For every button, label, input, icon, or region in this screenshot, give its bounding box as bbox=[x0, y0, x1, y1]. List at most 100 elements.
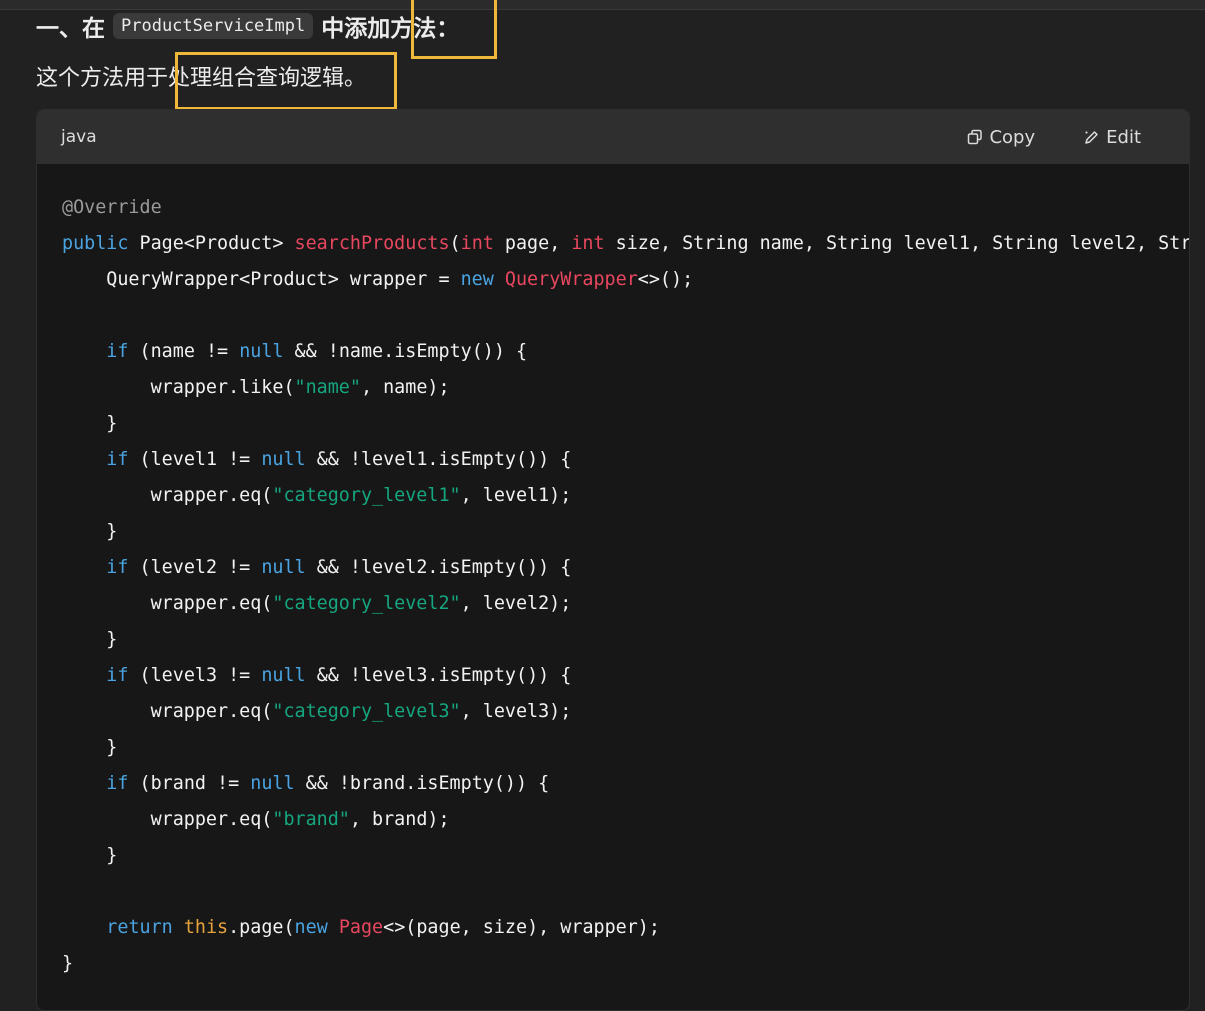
code-token: QueryWrapper bbox=[504, 269, 638, 290]
code-token: (level1 != bbox=[128, 449, 262, 470]
code-line: wrapper.eq("category_level3", level3); bbox=[62, 694, 1189, 730]
code-line: } bbox=[62, 730, 1189, 766]
code-token: null bbox=[250, 773, 295, 794]
code-token: && !level3.isEmpty()) { bbox=[305, 665, 572, 686]
code-token: new bbox=[460, 269, 494, 290]
code-token: && !level2.isEmpty()) { bbox=[305, 557, 572, 578]
code-token: } bbox=[62, 845, 118, 866]
code-token: null bbox=[239, 341, 284, 362]
code-token: , level1); bbox=[460, 485, 572, 506]
code-line: ​ bbox=[62, 874, 1189, 910]
code-token: (brand != bbox=[128, 773, 251, 794]
code-token: "category_level3" bbox=[272, 701, 461, 722]
inline-code-classname: ProductServiceImpl bbox=[113, 13, 314, 39]
heading-suffix-b: 方法： bbox=[390, 16, 460, 42]
code-line: ​ bbox=[62, 298, 1189, 334]
code-token: this bbox=[183, 917, 229, 938]
code-line: if (level3 != null && !level3.isEmpty())… bbox=[62, 658, 1189, 694]
code-token: QueryWrapper<Product> wrapper = bbox=[62, 269, 461, 290]
code-token: int bbox=[460, 233, 494, 254]
code-token: null bbox=[261, 665, 306, 686]
code-token: size, String name, String level1, String… bbox=[615, 233, 1190, 254]
code-content: @Override public Page<Product> searchProd… bbox=[37, 164, 1189, 982]
code-token: "category_level2" bbox=[272, 593, 461, 614]
code-token: new bbox=[294, 917, 328, 938]
code-line: wrapper.eq("brand", brand); bbox=[62, 802, 1189, 838]
code-token: } bbox=[62, 629, 118, 650]
code-token: } bbox=[62, 413, 118, 434]
code-token: <>(page, size), wrapper); bbox=[383, 917, 660, 938]
code-token: searchProducts bbox=[294, 233, 450, 254]
code-token: } bbox=[62, 953, 74, 974]
code-token: , brand); bbox=[349, 809, 450, 830]
code-line: } bbox=[62, 946, 1189, 982]
code-token: Page<Product> bbox=[128, 233, 295, 254]
code-line: wrapper.eq("category_level2", level2); bbox=[62, 586, 1189, 622]
code-line: if (level2 != null && !level2.isEmpty())… bbox=[62, 550, 1189, 586]
pencil-icon bbox=[1083, 129, 1100, 146]
edit-button[interactable]: Edit bbox=[1083, 127, 1141, 148]
code-block-header: java Copy Edit bbox=[37, 110, 1189, 164]
code-line: if (name != null && !name.isEmpty()) { bbox=[62, 334, 1189, 370]
code-token: wrapper.eq( bbox=[62, 701, 273, 722]
code-token: , level2); bbox=[460, 593, 572, 614]
code-token: if bbox=[106, 665, 129, 686]
code-token: && !brand.isEmpty()) { bbox=[294, 773, 550, 794]
code-token: if bbox=[106, 341, 129, 362]
code-line: if (brand != null && !brand.isEmpty()) { bbox=[62, 766, 1189, 802]
code-token: wrapper.eq( bbox=[62, 593, 273, 614]
code-token: int bbox=[571, 233, 605, 254]
code-token: wrapper.eq( bbox=[62, 809, 273, 830]
code-line: } bbox=[62, 406, 1189, 442]
code-token: "brand" bbox=[272, 809, 350, 830]
section-heading: 一、在 ProductServiceImpl 中添加 方法： bbox=[36, 8, 459, 44]
code-line: QueryWrapper<Product> wrapper = new Quer… bbox=[62, 262, 1189, 298]
code-token: null bbox=[261, 449, 306, 470]
code-line: } bbox=[62, 514, 1189, 550]
heading-suffix-a: 中添加 bbox=[321, 16, 391, 42]
code-token: (level3 != bbox=[128, 665, 262, 686]
code-actions: Copy Edit bbox=[967, 110, 1141, 164]
paragraph-part-b: 处理组合查询逻辑。 bbox=[168, 66, 367, 91]
code-token: "name" bbox=[294, 377, 361, 398]
code-token: <>(); bbox=[637, 269, 694, 290]
code-token: } bbox=[62, 521, 118, 542]
code-token: if bbox=[106, 449, 129, 470]
code-line: if (level1 != null && !level1.isEmpty())… bbox=[62, 442, 1189, 478]
code-token: (level2 != bbox=[128, 557, 262, 578]
code-token: && !name.isEmpty()) { bbox=[283, 341, 528, 362]
code-line: wrapper.like("name", name); bbox=[62, 370, 1189, 406]
code-line: } bbox=[62, 838, 1189, 874]
code-language-label: java bbox=[61, 127, 97, 147]
edit-label: Edit bbox=[1106, 126, 1141, 148]
code-line: } bbox=[62, 622, 1189, 658]
paragraph-part-a: 这个方法用于 bbox=[36, 66, 169, 91]
description-paragraph: 这个方法用于 处理组合查询逻辑。 bbox=[36, 58, 366, 94]
code-token: wrapper.like( bbox=[62, 377, 295, 398]
code-line: return this.page(new Page<>(page, size),… bbox=[62, 910, 1189, 946]
code-line: @Override bbox=[62, 190, 1189, 226]
code-token: ( bbox=[449, 233, 461, 254]
code-token: .page( bbox=[228, 917, 295, 938]
code-token: && !level1.isEmpty()) { bbox=[305, 449, 572, 470]
code-block: java Copy Edit @Override public Page<Pro… bbox=[36, 109, 1190, 1011]
code-token: wrapper.eq( bbox=[62, 485, 273, 506]
code-token: , name); bbox=[360, 377, 450, 398]
code-token: , level3); bbox=[460, 701, 572, 722]
code-line: wrapper.eq("category_level1", level1); bbox=[62, 478, 1189, 514]
code-token: (name != bbox=[128, 341, 240, 362]
code-token: public bbox=[62, 233, 129, 254]
code-token: return bbox=[106, 917, 173, 938]
code-token: "category_level1" bbox=[272, 485, 461, 506]
copy-button[interactable]: Copy bbox=[967, 127, 1035, 148]
code-token: @Override bbox=[62, 197, 162, 218]
heading-prefix: 一、在 bbox=[36, 16, 105, 42]
